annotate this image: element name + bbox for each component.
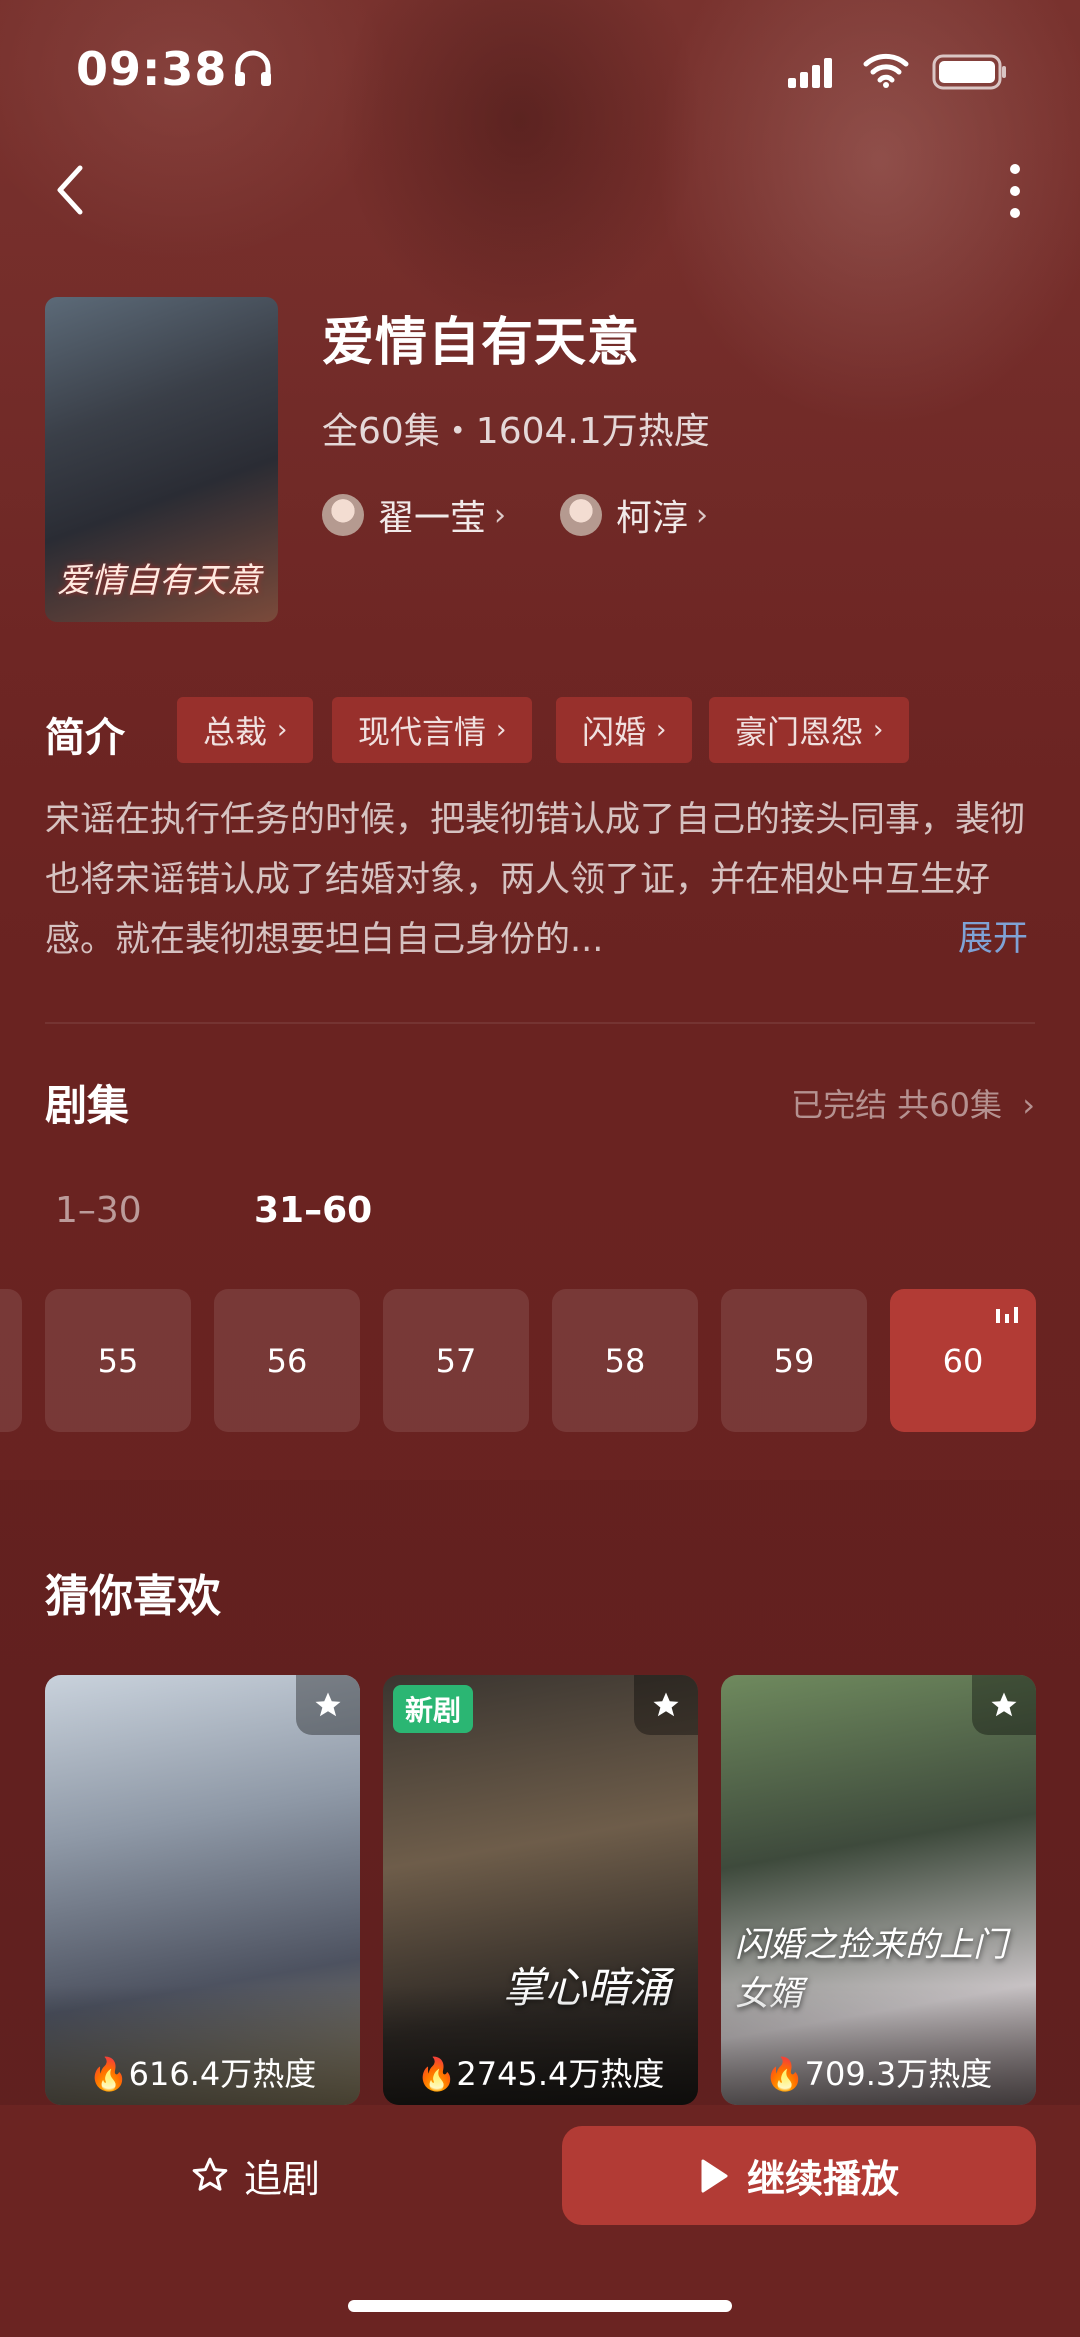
home-indicator[interactable] [348, 2300, 732, 2312]
chevron-right-icon: › [656, 715, 667, 745]
star-icon [653, 1692, 679, 1717]
cast-name: 柯淳 [616, 498, 689, 539]
recommendation-card[interactable]: 🔥616.4万热度 [45, 1675, 360, 2105]
wifi-icon [863, 53, 909, 88]
heat-value: 709.3万热度 [804, 2055, 993, 2093]
episode-range-tab-active[interactable]: 31–60 [254, 1190, 372, 1231]
episode-cell[interactable]: 58 [552, 1289, 698, 1432]
new-badge: 新剧 [393, 1685, 474, 1733]
tag-chip[interactable]: 闪婚 › [556, 697, 693, 763]
tag-label: 现代言情 [358, 713, 487, 751]
chevron-right-icon: › [1022, 1086, 1035, 1124]
status-time: 09:38 [76, 42, 228, 96]
heat-label: 🔥616.4万热度 [45, 2049, 360, 2095]
episode-cell[interactable]: 56 [214, 1289, 360, 1432]
flame-icon: 🔥 [416, 2055, 457, 2093]
chevron-right-icon: › [873, 715, 884, 745]
avatar [560, 494, 602, 536]
follow-label: 追剧 [244, 2156, 321, 2201]
star-outline-icon [192, 2157, 228, 2191]
episodes-status: 已完结 共60集 [791, 1086, 1003, 1124]
favorite-button[interactable] [972, 1675, 1036, 1735]
heat-value: 616.4万热度 [128, 2055, 317, 2093]
divider [45, 1022, 1035, 1024]
poster-title: 爱情自有天意 [57, 561, 261, 601]
chevron-right-icon: › [277, 715, 288, 745]
more-options-button[interactable] [1000, 160, 1030, 222]
show-title: 爱情自有天意 [322, 313, 641, 373]
cast-name: 翟一莹 [378, 498, 487, 539]
tag-chip[interactable]: 总裁 › [177, 697, 314, 763]
episode-cell-current[interactable]: 60 [890, 1289, 1036, 1432]
recommendations-heading: 猜你喜欢 [45, 1571, 221, 1622]
episodes-status-link[interactable]: 已完结 共60集 › [791, 1080, 1035, 1126]
avatar [322, 494, 364, 536]
follow-button[interactable]: 追剧 [190, 2125, 320, 2225]
tag-chip[interactable]: 现代言情 › [332, 697, 533, 763]
intro-heading: 简介 [45, 715, 125, 761]
heat-label: 🔥709.3万热度 [721, 2049, 1036, 2095]
cast-member-2[interactable]: 柯淳 › [560, 490, 708, 540]
cast-member-1[interactable]: 翟一莹 › [322, 490, 506, 540]
heat-label: 🔥2745.4万热度 [383, 2049, 698, 2095]
episode-number: 60 [942, 1341, 984, 1380]
star-icon [315, 1692, 341, 1717]
chevron-right-icon: › [494, 497, 507, 533]
play-icon [701, 2159, 728, 2192]
star-icon [991, 1692, 1017, 1717]
expand-link[interactable]: 展开 [958, 910, 1028, 961]
favorite-button[interactable] [634, 1675, 698, 1735]
tag-label: 豪门恩怨 [735, 713, 864, 751]
tag-label: 总裁 [203, 713, 268, 751]
episodes-heading: 剧集 [45, 1081, 130, 1130]
back-button[interactable] [50, 160, 94, 220]
episode-cell[interactable]: 55 [45, 1289, 191, 1432]
episode-range-tab[interactable]: 1–30 [55, 1190, 142, 1231]
favorite-button[interactable] [296, 1675, 360, 1735]
flame-icon: 🔥 [764, 2055, 805, 2093]
battery-icon [932, 54, 1006, 90]
episode-cell-partial[interactable] [0, 1289, 22, 1432]
flame-icon: 🔥 [88, 2055, 129, 2093]
recommendation-card[interactable]: 闪婚之捡来的上门女婿 🔥709.3万热度 [721, 1675, 1036, 2105]
recommendation-card[interactable]: 新剧 掌心暗涌 🔥2745.4万热度 [383, 1675, 698, 2105]
chevron-right-icon: › [696, 497, 709, 533]
chevron-right-icon: › [496, 715, 507, 745]
episode-cell[interactable]: 59 [721, 1289, 867, 1432]
heat-value: 2745.4万热度 [456, 2055, 665, 2093]
signal-icon [788, 58, 832, 88]
tag-label: 闪婚 [582, 713, 647, 751]
tag-chip[interactable]: 豪门恩怨 › [709, 697, 910, 763]
synopsis-text: 宋谣在执行任务的时候，把裴彻错认成了自己的接头同事，裴彻也将宋谣错认成了结婚对象… [45, 800, 1026, 960]
show-meta: 全60集・1604.1万热度 [322, 411, 710, 452]
show-poster: 爱情自有天意 [45, 297, 278, 622]
now-playing-icon [996, 1307, 1018, 1323]
episode-cell[interactable]: 57 [383, 1289, 529, 1432]
continue-play-button[interactable]: 继续播放 [562, 2126, 1036, 2225]
continue-play-label: 继续播放 [746, 2157, 899, 2201]
headphone-icon [235, 50, 271, 86]
